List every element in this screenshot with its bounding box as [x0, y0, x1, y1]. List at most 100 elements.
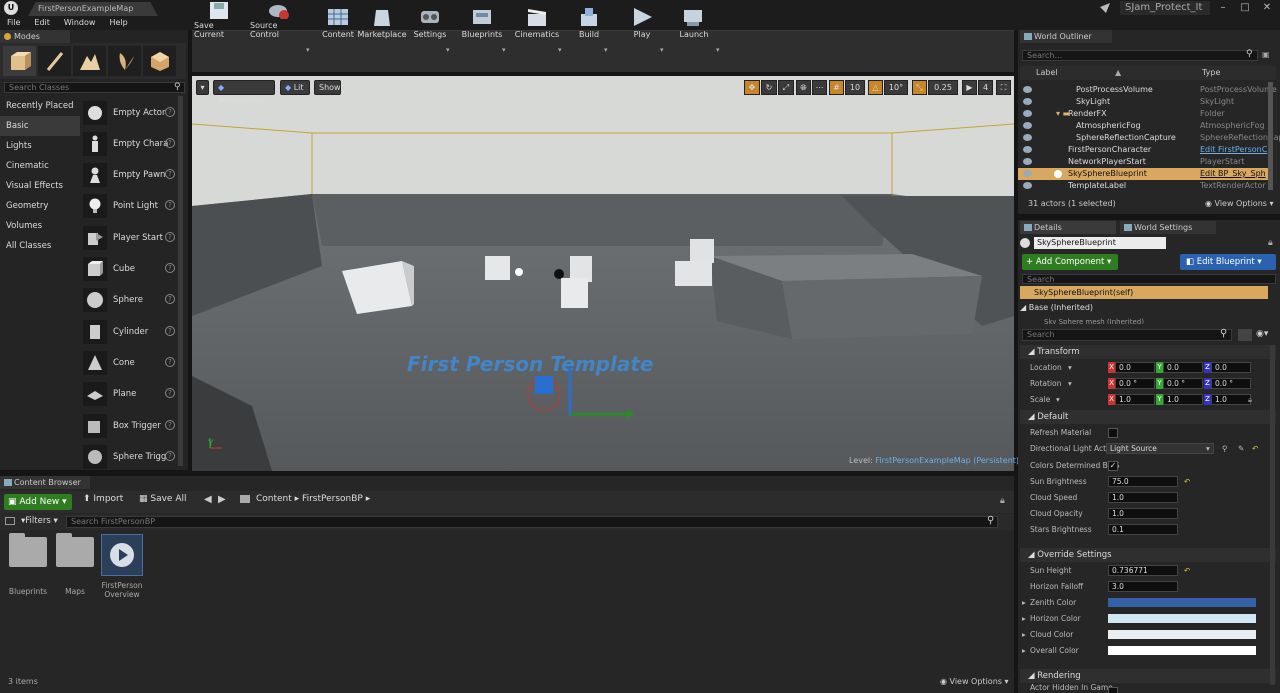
outliner-settings-icon[interactable]: ▣ — [1262, 50, 1270, 59]
help-icon[interactable]: ? — [165, 357, 175, 367]
add-new-button[interactable]: ▣ Add New ▾ — [4, 494, 72, 510]
paint-mode-icon[interactable] — [38, 46, 71, 76]
asset-firstperson-overview[interactable]: FirstPerson Overview — [99, 534, 145, 599]
lock-icon[interactable]: 🔒︎ — [1268, 238, 1273, 248]
world-local-icon[interactable]: 🌐︎ — [796, 80, 811, 95]
build-button[interactable]: Build — [572, 0, 606, 42]
rotation-y-field[interactable]: 0.0 ° — [1163, 378, 1203, 389]
outliner-row[interactable]: TemplateLabel TextRenderActor — [1018, 180, 1268, 192]
maximize-viewport-icon[interactable]: ⛶ — [996, 80, 1011, 95]
cloud-speed-field[interactable]: 1.0 — [1108, 492, 1178, 503]
section-default[interactable]: ◢ Default — [1020, 410, 1276, 424]
viewport-options-button[interactable]: ▾ — [196, 80, 209, 95]
sun-height-field[interactable]: 0.736771 — [1108, 565, 1178, 576]
section-override-settings[interactable]: ◢ Override Settings — [1020, 548, 1276, 562]
play-button[interactable]: Play — [622, 0, 662, 42]
breadcrumb-firstpersonbp[interactable]: FirstPersonBP — [302, 494, 363, 504]
help-icon[interactable]: ? — [165, 107, 175, 117]
help-icon[interactable]: ? — [165, 169, 175, 179]
help-icon[interactable]: ? — [165, 263, 175, 273]
section-transform[interactable]: ◢ Transform — [1020, 345, 1276, 359]
search-classes-input[interactable]: Search Classes — [4, 82, 185, 93]
maximize-icon[interactable]: □ — [1234, 0, 1256, 16]
outliner-row[interactable]: FirstPersonCharacter Edit FirstPersonC — [1018, 144, 1268, 156]
outliner-search-input[interactable]: Search... — [1022, 50, 1258, 61]
landscape-mode-icon[interactable] — [73, 46, 106, 76]
help-icon[interactable]: ? — [165, 138, 175, 148]
visibility-eye-icon[interactable] — [1023, 158, 1032, 165]
directional-light-select[interactable]: Light Source — [1106, 443, 1214, 454]
filters-button[interactable]: ▾Filters ▾ — [21, 516, 58, 526]
help-icon[interactable]: ? — [165, 294, 175, 304]
category-geometry[interactable]: Geometry — [0, 196, 80, 216]
foliage-mode-icon[interactable] — [108, 46, 141, 76]
rotate-tool-icon[interactable]: ↻ — [761, 80, 777, 95]
camera-speed-value[interactable]: 4 — [978, 80, 993, 95]
component-child-row[interactable]: Sky Sphere mesh (Inherited) — [1044, 318, 1144, 324]
picker-icon[interactable]: ✎ — [1238, 441, 1244, 457]
scale-tool-icon[interactable]: ⤢ — [778, 80, 794, 95]
column-label[interactable]: Label — [1036, 66, 1058, 80]
chevron-down-icon[interactable]: ▾ — [306, 46, 310, 54]
actor-name-input[interactable]: SkySphereBlueprint — [1034, 237, 1166, 249]
place-item-cone[interactable]: Cone? — [83, 348, 179, 378]
translate-tool-icon[interactable]: ✥ — [744, 80, 760, 95]
overall-color-swatch[interactable] — [1108, 646, 1256, 655]
save-all-button[interactable]: ▦ Save All — [139, 494, 187, 504]
grid-snap-icon[interactable]: # — [829, 80, 844, 95]
horizon-falloff-field[interactable]: 3.0 — [1108, 581, 1178, 592]
cloud-color-swatch[interactable] — [1108, 630, 1256, 639]
add-component-button[interactable]: + Add Component ▾ — [1022, 254, 1118, 270]
scale-y-field[interactable]: 1.0 — [1163, 394, 1203, 405]
visibility-eye-icon[interactable] — [1023, 110, 1032, 117]
rotation-z-field[interactable]: 0.0 ° — [1211, 378, 1251, 389]
place-item-cylinder[interactable]: Cylinder? — [83, 317, 179, 347]
place-item-plane[interactable]: Plane? — [83, 379, 179, 409]
surface-snap-icon[interactable]: ⋯ — [812, 80, 827, 95]
back-arrow-icon[interactable]: ◀ — [204, 494, 212, 505]
asset-folder-maps[interactable]: Maps — [52, 533, 98, 596]
help-icon[interactable]: ? — [165, 420, 175, 430]
sun-brightness-field[interactable]: 75.0 — [1108, 476, 1178, 487]
chevron-down-icon[interactable]: ▾ — [1068, 360, 1072, 376]
content-search-input[interactable]: Search FirstPersonBP — [66, 516, 998, 528]
scale-x-field[interactable]: 1.0 — [1115, 394, 1155, 405]
place-item-player-start[interactable]: Player Start? — [83, 223, 179, 253]
location-y-field[interactable]: 0.0 — [1163, 362, 1203, 373]
menu-help[interactable]: Help — [109, 16, 127, 30]
source-control-button[interactable]: Source Control — [250, 0, 308, 42]
world-outliner-tab[interactable]: World Outliner — [1020, 30, 1112, 43]
edit-blueprint-button[interactable]: ◧ Edit Blueprint ▾ — [1180, 254, 1276, 270]
visibility-eye-icon[interactable] — [1023, 170, 1032, 177]
lock-icon[interactable]: 🔒︎ — [1000, 496, 1005, 506]
place-item-point-light[interactable]: Point Light? — [83, 191, 179, 221]
asset-folder-blueprints[interactable]: Blueprints — [5, 533, 51, 596]
details-scrollbar[interactable] — [1270, 345, 1275, 685]
visibility-eye-icon[interactable] — [1023, 134, 1032, 141]
marketplace-button[interactable]: Marketplace — [357, 0, 407, 42]
breadcrumb-content[interactable]: Content — [256, 494, 292, 504]
expand-arrow-icon[interactable]: ▸ — [1022, 643, 1026, 659]
chevron-down-icon[interactable]: ▾ — [716, 46, 720, 54]
rotation-snap-icon[interactable]: △ — [868, 80, 883, 95]
perspective-button[interactable]: ◆ Perspective — [213, 80, 275, 105]
outliner-row[interactable]: SkyLight SkyLight — [1018, 96, 1268, 108]
visibility-eye-icon[interactable] — [1023, 86, 1032, 93]
visibility-eye-icon[interactable] — [1023, 98, 1032, 105]
edit-blueprint-link[interactable]: Edit BP_Sky_Sph — [1200, 168, 1266, 180]
lit-button[interactable]: ◆ Lit — [280, 80, 310, 95]
details-tab[interactable]: Details — [1020, 221, 1116, 234]
chevron-down-icon[interactable]: ▾ — [502, 46, 506, 54]
outliner-row[interactable]: AtmosphericFog AtmosphericFog — [1018, 120, 1268, 132]
chevron-down-icon[interactable]: ▾ — [1068, 376, 1072, 392]
place-item-empty-pawn[interactable]: Empty Pawn? — [83, 160, 179, 190]
property-matrix-icon[interactable] — [1238, 329, 1252, 341]
colors-determined-checkbox[interactable]: ✓ — [1108, 461, 1118, 471]
help-icon[interactable]: ? — [165, 451, 175, 461]
scale-snap-value[interactable]: 0.25 — [928, 80, 958, 95]
level-viewport[interactable]: First Person Template Y — [192, 76, 1014, 471]
actor-hidden-checkbox[interactable] — [1108, 687, 1118, 693]
visibility-eye-icon[interactable] — [1023, 182, 1032, 189]
outliner-row[interactable]: ▾ ▬ RenderFX Folder — [1018, 108, 1268, 120]
component-search-input[interactable]: Search — [1022, 274, 1276, 284]
